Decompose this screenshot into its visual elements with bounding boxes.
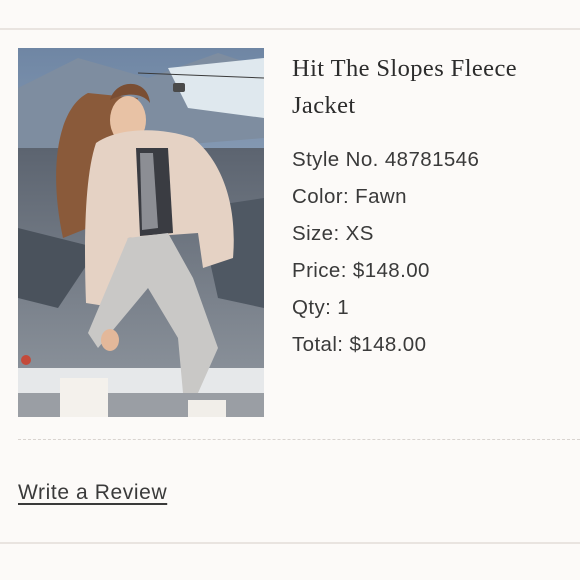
write-review-link[interactable]: Write a Review [18,481,167,505]
product-color: Color: Fawn [292,185,407,208]
dashed-divider [18,439,580,440]
product-size: Size: XS [292,222,374,245]
product-title: Hit The Slopes Fleece Jacket [292,55,517,119]
order-total: Total: $148.00 [292,333,427,356]
product-price: Price: $148.00 [292,259,430,282]
product-photo-illustration [18,48,264,417]
product-details: Hit The Slopes Fleece Jacket Style No. 4… [292,50,577,363]
top-divider [0,28,580,30]
style-number: Style No. 48781546 [292,148,480,171]
bottom-divider [0,542,580,544]
product-image[interactable] [18,48,264,417]
product-quantity: Qty: 1 [292,296,350,319]
